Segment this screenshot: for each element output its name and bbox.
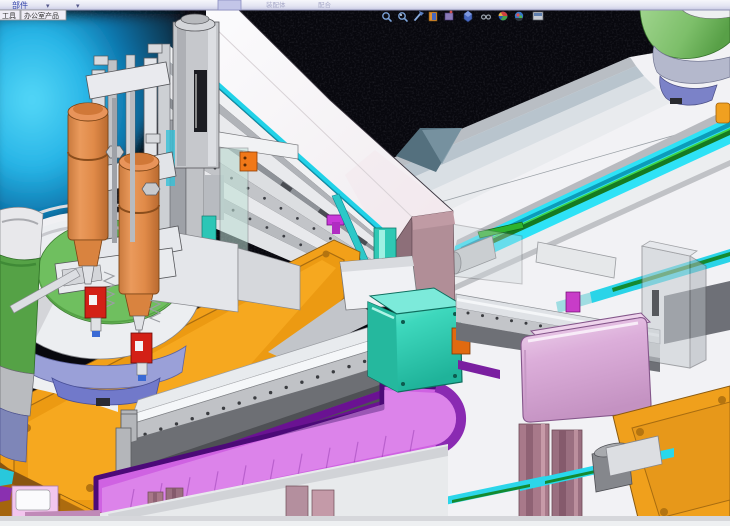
svg-text:▾: ▾ xyxy=(46,3,50,10)
svg-text:装配体: 装配体 xyxy=(266,0,286,9)
svg-text:▾: ▾ xyxy=(76,3,80,10)
svg-text:办公室产品: 办公室产品 xyxy=(24,11,59,20)
svg-text:部件: 部件 xyxy=(12,0,28,10)
svg-text:工具: 工具 xyxy=(2,12,16,20)
svg-text:配合: 配合 xyxy=(318,0,332,9)
